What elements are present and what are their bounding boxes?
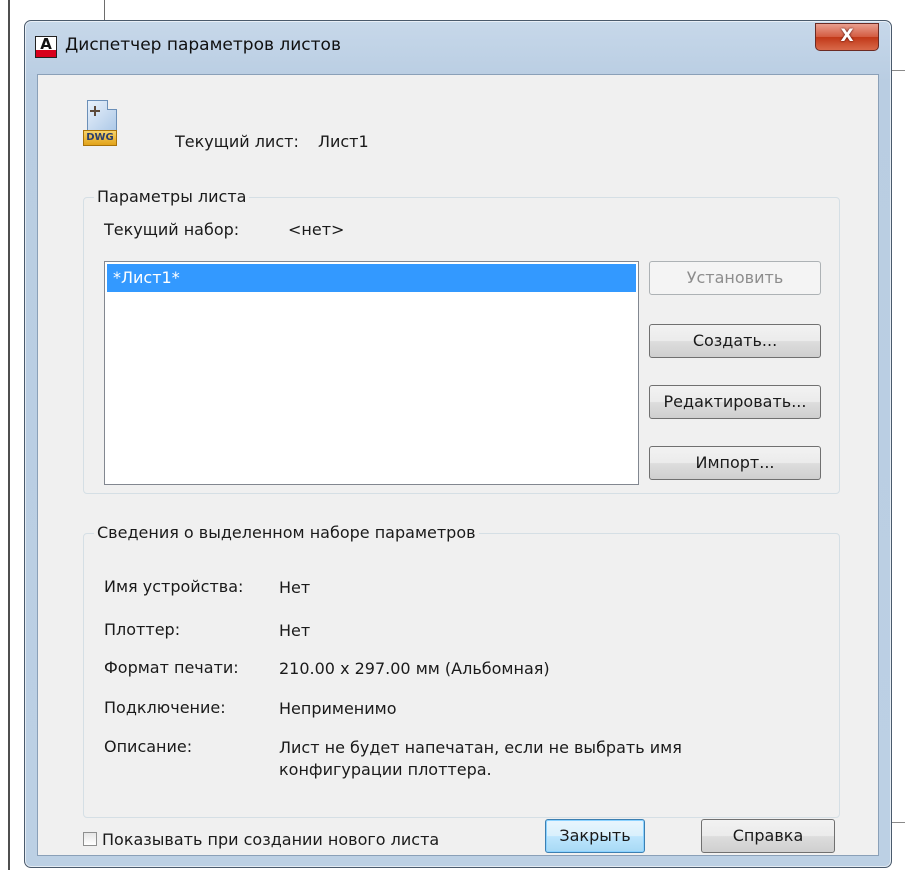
import-button[interactable]: Импорт...: [649, 446, 821, 480]
background-frame-line: [8, 0, 10, 870]
plotter-label: Плоттер:: [104, 620, 181, 639]
current-set-value: <нет>: [288, 220, 345, 239]
paper-size-value: 210.00 x 297.00 мм (Альбомная): [279, 659, 550, 678]
sheet-params-group: Параметры листа Текущий набор: <нет> *Ли…: [83, 187, 840, 494]
sheet-params-group-title: Параметры листа: [94, 187, 250, 206]
title-bar[interactable]: A Диспетчер параметров листов X: [25, 21, 891, 73]
desktop-background: A Диспетчер параметров листов X DWG Теку…: [0, 0, 905, 870]
current-sheet-label: Текущий лист:: [175, 132, 299, 151]
autocad-app-icon: A: [35, 35, 57, 58]
device-name-label: Имя устройства:: [104, 577, 244, 596]
device-name-value: Нет: [279, 578, 311, 597]
show-on-new-layout-checkbox[interactable]: [83, 832, 97, 846]
details-group-title: Сведения о выделенном наборе параметров: [94, 523, 479, 542]
current-set-label: Текущий набор:: [104, 220, 240, 239]
description-value: Лист не будет напечатан, если не выбрать…: [279, 738, 682, 779]
selected-set-details-group: Сведения о выделенном наборе параметров …: [83, 523, 840, 818]
where-value: Неприменимо: [279, 699, 397, 718]
description-label: Описание:: [104, 737, 193, 756]
dialog-client-area: DWG Текущий лист: Лист1 Параметры листа …: [37, 74, 879, 856]
window-title: Диспетчер параметров листов: [65, 35, 341, 55]
show-on-new-layout-label[interactable]: Показывать при создании нового листа: [102, 830, 439, 849]
close-window-button[interactable]: X: [815, 23, 879, 51]
page-setup-manager-dialog: A Диспетчер параметров листов X DWG Теку…: [24, 20, 892, 868]
page-setup-list[interactable]: *Лист1*: [104, 261, 639, 485]
modify-button[interactable]: Редактировать...: [649, 385, 821, 419]
paper-size-label: Формат печати:: [104, 658, 239, 677]
current-sheet-value: Лист1: [317, 132, 369, 151]
new-button[interactable]: Создать...: [649, 324, 821, 358]
close-button[interactable]: Закрыть: [545, 819, 645, 853]
list-item[interactable]: *Лист1*: [107, 264, 636, 292]
where-label: Подключение:: [104, 698, 226, 717]
help-button[interactable]: Справка: [701, 819, 835, 853]
plotter-value: Нет: [279, 621, 311, 640]
current-sheet-info: Текущий лист: Лист1: [175, 132, 369, 151]
set-current-button[interactable]: Установить: [649, 261, 821, 295]
dwg-file-icon: DWG: [83, 100, 117, 154]
current-set-info: Текущий набор: <нет>: [104, 220, 344, 239]
